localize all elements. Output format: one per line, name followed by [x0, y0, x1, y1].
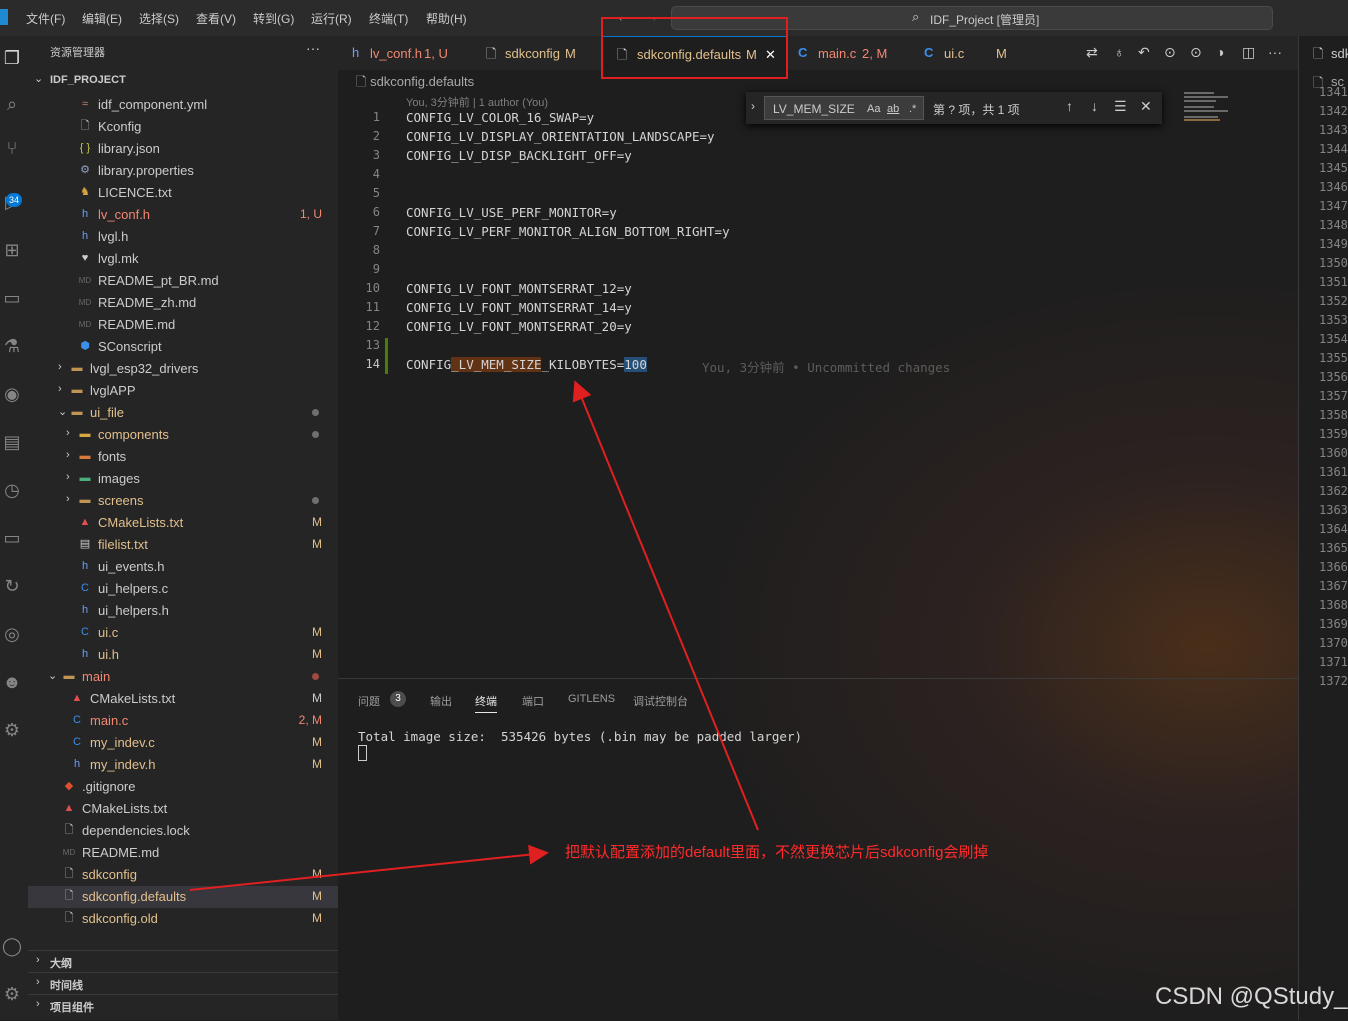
annotation-text: 把默认配置添加的default里面，不然更换芯片后sdkconfig会刷掉 — [565, 844, 989, 861]
annotation-arrow-up — [572, 380, 759, 831]
annotation-arrows — [189, 380, 759, 891]
watermark: CSDN @QStudy_ — [1155, 983, 1348, 1010]
annotation-arrow-right — [189, 844, 549, 891]
